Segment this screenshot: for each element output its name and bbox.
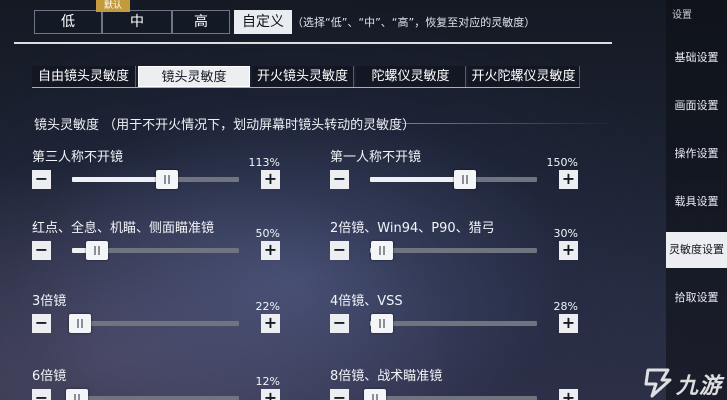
preset-custom-button[interactable]: 自定义: [234, 10, 292, 34]
minus-icon: −: [34, 169, 49, 188]
preset-bar: 低 中 默认 高 自定义 （选择“低”、“中”、“高”，恢复至对应的灵敏度）: [14, 0, 612, 44]
slider-label: 2倍镜、Win94、P90、猎弓: [330, 221, 495, 236]
slider-red-dot: 红点、全息、机瞄、侧面瞄准镜 50% − +: [32, 217, 280, 269]
slider-first-person: 第一人称不开镜 150% − +: [330, 146, 578, 198]
plus-button[interactable]: +: [261, 389, 280, 400]
plus-icon: +: [561, 169, 576, 188]
default-badge: 默认: [96, 0, 130, 12]
plus-button[interactable]: +: [559, 389, 578, 400]
minus-button[interactable]: −: [32, 314, 51, 333]
preset-hint: （选择“低”、“中”、“高”，恢复至对应的灵敏度）: [292, 16, 536, 29]
watermark-text: 九游: [676, 374, 723, 399]
slider-label: 6倍镜: [32, 369, 67, 384]
preset-high-button[interactable]: 高: [172, 10, 230, 34]
minus-icon: −: [332, 388, 347, 400]
slider-value: 22%: [255, 300, 280, 313]
slider-4x-scope: 4倍镜、VSS 28% − +: [330, 290, 578, 342]
slider-value: 113%: [248, 156, 280, 169]
tab-free-camera[interactable]: 自由镜头灵敏度: [32, 66, 136, 87]
sidebar-item-graphics[interactable]: 画面设置: [666, 88, 727, 124]
slider-label: 第一人称不开镜: [330, 150, 422, 165]
minus-icon: −: [34, 240, 49, 259]
minus-icon: −: [34, 313, 49, 332]
tab-fire-camera[interactable]: 开火镜头灵敏度: [252, 66, 354, 87]
minus-button[interactable]: −: [330, 170, 349, 189]
minus-button[interactable]: −: [330, 314, 349, 333]
slider-track[interactable]: [370, 170, 537, 189]
minus-icon: −: [34, 388, 49, 400]
minus-button[interactable]: −: [32, 241, 51, 260]
minus-icon: −: [332, 313, 347, 332]
slider-3x-scope: 3倍镜 22% − +: [32, 290, 280, 342]
tab-camera[interactable]: 镜头灵敏度: [138, 66, 250, 87]
plus-icon: +: [263, 313, 278, 332]
minus-button[interactable]: −: [32, 170, 51, 189]
slider-track[interactable]: [69, 314, 239, 333]
slider-thumb[interactable]: [69, 314, 92, 333]
slider-track[interactable]: [72, 170, 239, 189]
slider-fill: [370, 177, 466, 182]
tab-fire-gyroscope[interactable]: 开火陀螺仪灵敏度: [468, 66, 580, 87]
minus-button[interactable]: −: [330, 241, 349, 260]
slider-thumb[interactable]: [370, 314, 393, 333]
slider-value: 30%: [553, 227, 578, 240]
plus-icon: +: [263, 388, 278, 400]
slider-track[interactable]: [370, 314, 537, 333]
plus-icon: +: [263, 240, 278, 259]
slider-6x-scope: 6倍镜 12% − +: [32, 365, 280, 400]
plus-button[interactable]: +: [261, 170, 280, 189]
slider-thumb[interactable]: [364, 389, 386, 400]
sidebar-header: 设置: [672, 10, 692, 21]
slider-label: 4倍镜、VSS: [330, 294, 403, 309]
slider-label: 8倍镜、战术瞄准镜: [330, 369, 443, 384]
plus-icon: +: [263, 169, 278, 188]
slider-value: 28%: [553, 300, 578, 313]
sidebar-item-vehicle[interactable]: 载具设置: [666, 184, 727, 220]
slider-thumb[interactable]: [86, 241, 109, 260]
plus-button[interactable]: +: [559, 314, 578, 333]
minus-button[interactable]: −: [330, 389, 349, 400]
plus-icon: +: [561, 388, 576, 400]
slider-label: 第三人称不开镜: [32, 150, 124, 165]
sensitivity-tabs: 自由镜头灵敏度 镜头灵敏度 开火镜头灵敏度 陀螺仪灵敏度 开火陀螺仪灵敏度: [32, 66, 580, 88]
slider-8x-scope: 8倍镜、战术瞄准镜 − +: [330, 365, 578, 400]
slider-track[interactable]: [370, 241, 537, 260]
sidebar-item-basic[interactable]: 基础设置: [666, 40, 727, 76]
plus-button[interactable]: +: [261, 241, 280, 260]
sidebar-item-controls[interactable]: 操作设置: [666, 136, 727, 172]
slider-value: 12%: [255, 375, 280, 388]
jiuyou-logo-icon: [644, 368, 672, 398]
slider-thumb[interactable]: [66, 389, 88, 400]
slider-thumb[interactable]: [156, 170, 179, 189]
slider-track[interactable]: [72, 241, 239, 260]
minus-icon: −: [332, 169, 347, 188]
plus-icon: +: [561, 313, 576, 332]
preset-medium-button[interactable]: 中: [102, 10, 172, 34]
plus-icon: +: [561, 240, 576, 259]
settings-sidebar: 设置 基础设置 画面设置 操作设置 载具设置 灵敏度设置 拾取设置: [666, 0, 727, 400]
slider-thumb[interactable]: [454, 170, 477, 189]
slider-track[interactable]: [364, 389, 537, 400]
slider-third-person: 第三人称不开镜 113% − +: [32, 146, 280, 198]
minus-button[interactable]: −: [32, 389, 51, 400]
sidebar-item-sensitivity[interactable]: 灵敏度设置: [666, 232, 727, 268]
plus-button[interactable]: +: [261, 314, 280, 333]
minus-icon: −: [332, 240, 347, 259]
plus-button[interactable]: +: [559, 170, 578, 189]
preset-low-button[interactable]: 低: [34, 10, 102, 34]
slider-value: 150%: [546, 156, 578, 169]
slider-label: 3倍镜: [32, 294, 67, 309]
slider-2x-scope: 2倍镜、Win94、P90、猎弓 30% − +: [330, 217, 578, 269]
slider-value: 50%: [255, 227, 280, 240]
slider-label: 红点、全息、机瞄、侧面瞄准镜: [32, 221, 215, 236]
slider-fill: [72, 177, 168, 182]
sidebar-item-pickup[interactable]: 拾取设置: [666, 280, 727, 316]
watermark: 九游: [640, 362, 727, 400]
slider-thumb[interactable]: [370, 241, 393, 260]
plus-button[interactable]: +: [559, 241, 578, 260]
section-divider: [402, 123, 617, 124]
tab-gyroscope[interactable]: 陀螺仪灵敏度: [356, 66, 466, 87]
slider-track[interactable]: [66, 389, 239, 400]
section-title: 镜头灵敏度 （用于不开火情况下，划动屏幕时镜头转动的灵敏度）: [34, 118, 416, 133]
